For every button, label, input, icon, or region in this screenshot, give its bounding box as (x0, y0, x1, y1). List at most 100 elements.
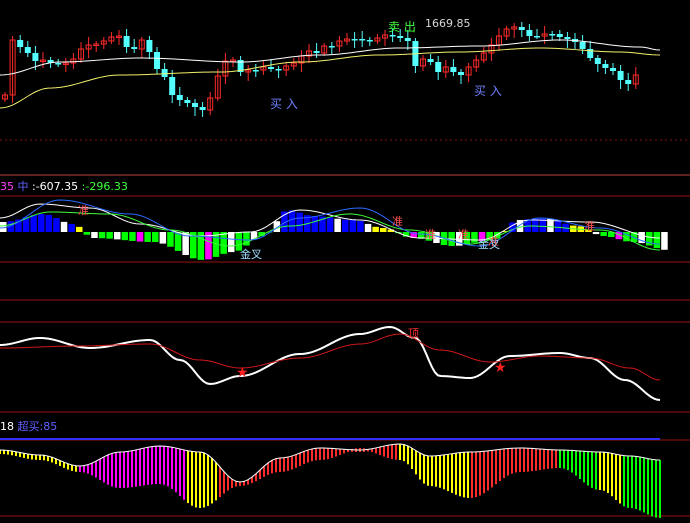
candle-body-down (32, 53, 39, 61)
top-marker-label: 顶 (408, 327, 419, 340)
histogram-bar (600, 232, 607, 237)
candle-body-down (123, 36, 130, 47)
candle-body-down (268, 67, 274, 69)
histogram-bar (661, 232, 668, 250)
candle-body-down (534, 36, 540, 38)
indicator2-header: 35 中 :-607.35 :-296.33 (0, 178, 128, 194)
chart-canvas[interactable]: 准准准 准准准金叉金叉★ ★ (0, 0, 690, 523)
candle-body-down (313, 51, 320, 53)
signal-marker-zhun: 准 (78, 204, 89, 217)
oscillator-white-line (0, 325, 661, 401)
indicator2-value2: :-296.33 (81, 180, 128, 193)
candle-body-down (154, 52, 160, 69)
golden-cross-label: 金叉 (240, 247, 262, 261)
candle-body-down (328, 46, 335, 48)
candle-body-down (549, 34, 556, 36)
candle-body-down (427, 59, 434, 62)
indicator2-name: 中 (17, 180, 29, 193)
histogram-bar (364, 223, 372, 232)
candle-body-down (366, 40, 373, 42)
candle-body-down (617, 71, 624, 80)
candle-body-down (579, 42, 586, 49)
histogram-bar (159, 232, 167, 244)
histogram-bar (91, 232, 98, 239)
high-price-label: 1669.85 (425, 17, 471, 30)
candle-body-down (252, 70, 259, 72)
histogram-bar (296, 212, 303, 232)
histogram-bar (152, 232, 159, 243)
candle-body-down (55, 63, 62, 65)
candle-body-down (17, 40, 24, 47)
star-signal-icon: ★ (494, 360, 507, 376)
candle-body-down (184, 100, 191, 103)
histogram-bar (114, 232, 121, 240)
sell-signal-label: 卖 出 (388, 20, 416, 34)
candle-body-down (146, 40, 153, 52)
histogram-bar (334, 218, 341, 232)
histogram-bar (220, 232, 227, 254)
candle-body-down (458, 72, 464, 75)
indicator2-prefix: 35 (0, 180, 14, 193)
histogram-bar (326, 217, 334, 232)
candle-body-down (404, 38, 411, 41)
buy-signal-label-2: 买 入 (474, 84, 502, 98)
candle-body-down (526, 30, 533, 36)
histogram-bar (38, 214, 45, 232)
histogram-bar (471, 232, 478, 243)
histogram-bar (357, 221, 364, 232)
candle-body-down (169, 77, 176, 95)
candle-body-down (192, 103, 198, 107)
histogram-bar (342, 219, 349, 232)
histogram-bar (554, 221, 562, 232)
candle-body-down (24, 47, 31, 53)
candle-body-down (602, 64, 609, 68)
candle-body-down (564, 37, 571, 39)
histogram-bar (167, 232, 174, 247)
candle-body-down (556, 34, 563, 37)
histogram-bar (53, 218, 60, 232)
indicator4-label: 超买:85 (17, 420, 58, 433)
histogram-bar (76, 226, 83, 232)
histogram-bar (129, 232, 136, 241)
candle-body-down (625, 80, 632, 84)
star-signal-icon: ★ (236, 365, 249, 381)
histogram-bar (83, 232, 91, 235)
candle-body-down (275, 69, 282, 71)
candle-body-down (161, 69, 168, 77)
histogram-bar (30, 215, 37, 232)
histogram-bar (136, 232, 144, 242)
candle-body-down (389, 35, 396, 37)
histogram-bar (311, 216, 319, 232)
histogram-bar (228, 232, 235, 253)
stock-chart-window: 准准准准准准金叉 金叉 ★ ★ 卖 出 1669.85 买 入 买 入 35 中 :-… (0, 0, 690, 523)
histogram-bar (372, 226, 379, 232)
signal-marker-zhun: 准 (458, 228, 469, 241)
candle-body-down (518, 27, 525, 30)
candle-body-down (594, 58, 601, 64)
histogram-bar (60, 221, 68, 232)
indicator4-prefix: 18 (0, 420, 14, 433)
golden-cross-label: 金叉 (478, 237, 500, 251)
candle-body-down (435, 62, 442, 72)
signal-marker-zhun: 准 (392, 215, 403, 228)
histogram-bar (121, 232, 129, 241)
histogram-bar (68, 223, 75, 232)
buy-signal-label-1: 买 入 (270, 97, 298, 111)
histogram-bar (144, 232, 151, 242)
candle-body-down (450, 67, 457, 72)
indicator2-value1: :-607.35 (32, 180, 79, 193)
moving-average-yellow (0, 47, 661, 109)
candle-body-down (610, 68, 616, 71)
candle-body-down (131, 47, 138, 49)
histogram-bar (653, 232, 661, 249)
candle-body-down (397, 36, 404, 38)
histogram-bar (106, 232, 113, 239)
histogram-bar (349, 219, 357, 232)
indicator4-header: 18 超买:85 (0, 418, 57, 434)
signal-marker-zhun: 准 (425, 228, 436, 241)
candle-body-down (199, 107, 206, 110)
histogram-bar (288, 210, 296, 232)
histogram-bar (98, 232, 106, 239)
candle-body-down (176, 95, 183, 100)
histogram-bar (380, 228, 387, 232)
